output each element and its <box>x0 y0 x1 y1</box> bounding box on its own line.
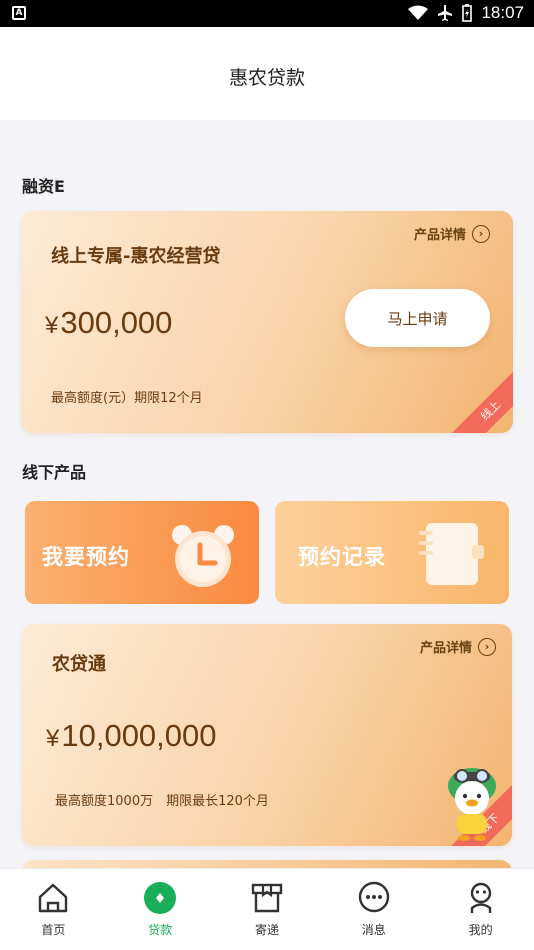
page-title: 惠农贷款 <box>228 67 305 89</box>
loan-amount: ¥10,000,000 <box>46 718 217 754</box>
bottom-tab-bar: 首页 贷款 寄递 消息 我的 <box>0 868 534 950</box>
alarm-clock-icon <box>172 525 234 587</box>
tab-messages[interactable]: 消息 <box>320 869 427 950</box>
battery-icon <box>462 4 473 22</box>
loan-terms: 最高额度1000万 期限最长120个月 <box>55 794 269 809</box>
section-title-offline: 线下产品 <box>22 463 87 482</box>
tab-mail[interactable]: 寄递 <box>214 869 321 950</box>
tab-profile-label: 我的 <box>468 923 493 937</box>
section-title-online: 融资E <box>22 177 65 196</box>
product-details-label: 产品详情 <box>413 228 466 243</box>
product-details-link[interactable]: 产品详情 › <box>414 224 490 243</box>
loan-icon <box>144 882 177 914</box>
tab-mail-label: 寄递 <box>254 923 279 937</box>
nav-bar: 惠农贷款 <box>0 27 534 120</box>
chevron-right-icon: › <box>478 637 496 656</box>
online-loan-card[interactable]: 产品详情 › 线上专属-惠农经营贷 ¥300,000 马上申请 最高额度(元）期… <box>21 211 513 433</box>
records-label: 预约记录 <box>298 545 386 569</box>
tab-profile[interactable]: 我的 <box>427 869 534 950</box>
loan-amount: ¥300,000 <box>45 305 172 341</box>
reserve-label: 我要预约 <box>42 545 130 569</box>
tab-loan-label: 贷款 <box>148 923 173 937</box>
reserve-tile[interactable]: 我要预约 <box>25 501 259 604</box>
mascot-icon <box>448 768 496 841</box>
wifi-icon <box>408 5 429 20</box>
currency-symbol: ¥ <box>46 725 60 752</box>
apply-now-button[interactable]: 马上申请 <box>345 289 490 347</box>
clock-time: 18:07 <box>481 3 524 22</box>
loan-amount-value: 300,000 <box>60 305 173 340</box>
loan-amount-value: 10,000,000 <box>61 718 217 753</box>
tab-loan[interactable]: 贷款 <box>107 869 214 950</box>
online-ribbon: 线上 <box>440 360 513 433</box>
airplane-icon <box>438 5 453 21</box>
message-icon <box>358 881 389 913</box>
tab-messages-label: 消息 <box>361 923 386 937</box>
notification-badge: A <box>12 6 26 20</box>
chevron-right-icon: › <box>472 224 490 243</box>
loan-terms: 最高额度(元）期限12个月 <box>51 391 203 406</box>
package-icon <box>251 883 283 913</box>
offline-loan-card[interactable]: 产品详情 › 农贷通 ¥10,000,000 最高额度1000万 期限最长120… <box>22 624 512 846</box>
tab-home-label: 首页 <box>41 923 66 937</box>
profile-icon <box>470 882 491 913</box>
product-details-label: 产品详情 <box>419 641 472 656</box>
tab-home[interactable]: 首页 <box>0 869 107 950</box>
product-details-link[interactable]: 产品详情 › <box>420 637 496 656</box>
currency-symbol: ¥ <box>45 312 59 339</box>
notebook-icon <box>419 523 484 585</box>
status-bar: A 18:07 <box>0 0 534 27</box>
loan-product-name: 农贷通 <box>52 654 106 675</box>
home-icon <box>39 883 68 913</box>
loan-product-name: 线上专属-惠农经营贷 <box>51 246 221 267</box>
records-tile[interactable]: 预约记录 <box>275 501 509 604</box>
